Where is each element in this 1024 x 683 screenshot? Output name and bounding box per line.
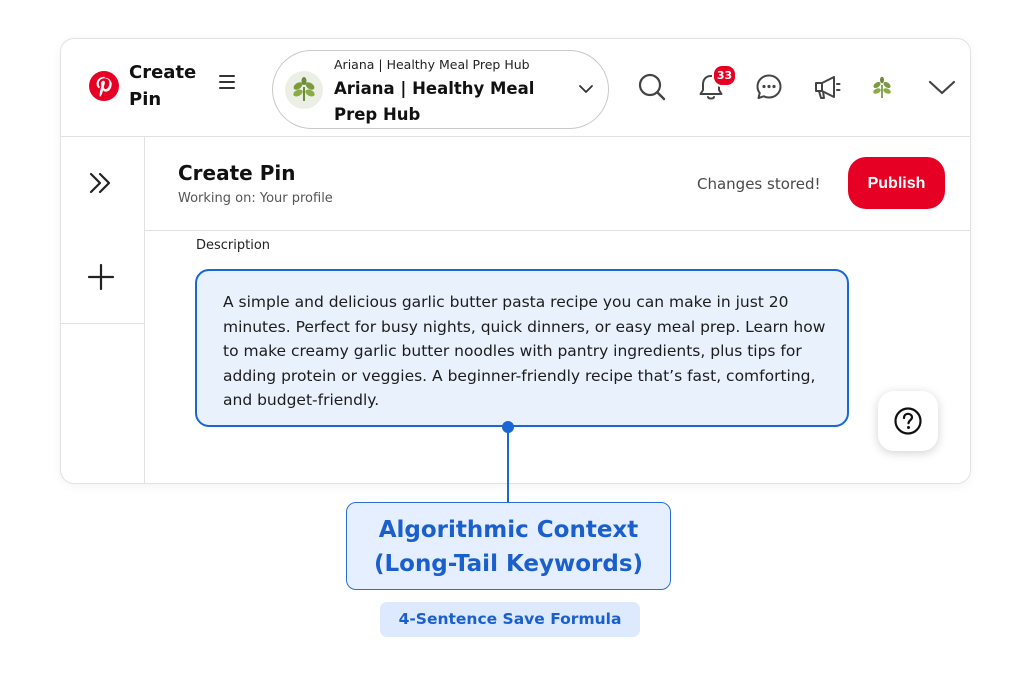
megaphone-icon[interactable] (812, 72, 842, 102)
search-icon[interactable] (637, 72, 667, 102)
avatar[interactable] (867, 73, 897, 103)
pinterest-logo[interactable] (88, 70, 120, 102)
help-button[interactable] (878, 391, 938, 451)
page-title: Create Pin (178, 161, 296, 185)
create-pin-window: Create Pin Ariana | Healthy Meal Prep Hu… (60, 38, 971, 484)
account-name-small: Ariana | Healthy Meal Prep Hub (334, 57, 530, 72)
top-bar: Create Pin Ariana | Healthy Meal Prep Hu… (61, 39, 970, 137)
description-label: Description (196, 238, 271, 253)
expand-sidebar-button[interactable] (61, 137, 144, 229)
app-title: Create Pin (129, 62, 197, 110)
publish-button[interactable]: Publish (848, 157, 945, 209)
notification-badge: 33 (712, 64, 737, 87)
plus-icon (87, 263, 115, 291)
save-status: Changes stored! (697, 175, 821, 193)
annotation-callout: Algorithmic Context (Long-Tail Keywords) (346, 502, 671, 590)
chevron-down-icon[interactable] (927, 72, 957, 102)
double-chevron-right-icon (89, 172, 111, 194)
add-button[interactable] (61, 231, 144, 323)
menu-icon[interactable] (219, 75, 235, 89)
account-name: Ariana | Healthy Meal Prep Hub (334, 79, 535, 124)
sidebar-divider (61, 323, 144, 324)
chevron-down-icon (579, 85, 593, 93)
left-sidebar (61, 137, 145, 483)
page-subtitle: Working on: Your profile (178, 191, 333, 206)
description-field[interactable]: A simple and delicious garlic butter pas… (195, 269, 849, 427)
account-avatar (285, 71, 323, 109)
chat-icon[interactable] (754, 72, 784, 102)
formula-tag: 4-Sentence Save Formula (380, 602, 640, 637)
help-icon (894, 407, 922, 435)
connector-line (507, 432, 509, 502)
account-switcher[interactable]: Ariana | Healthy Meal Prep Hub Ariana | … (272, 50, 609, 129)
page-header: Create Pin Working on: Your profile Chan… (145, 137, 970, 231)
